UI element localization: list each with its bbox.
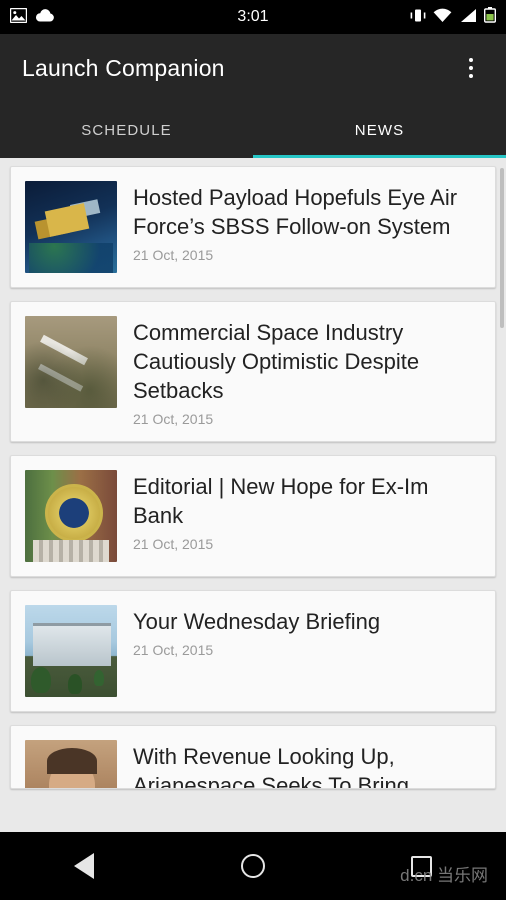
article-thumbnail — [25, 316, 117, 408]
nav-home-button[interactable] — [223, 836, 283, 896]
vibrate-icon — [410, 8, 426, 27]
article-date: 21 Oct, 2015 — [133, 411, 214, 427]
article-thumbnail — [25, 740, 117, 788]
article-meta: Your Wednesday Briefing 21 Oct, 2015 — [133, 605, 483, 697]
status-bar-right-icons — [410, 7, 497, 27]
article-thumbnail — [25, 181, 117, 273]
article-date: 21 Oct, 2015 — [133, 247, 214, 263]
article-meta: With Revenue Looking Up, Arianespace See… — [133, 740, 483, 788]
article-headline: Commercial Space Industry Cautiously Opt… — [133, 320, 420, 403]
overflow-menu-icon[interactable] — [458, 48, 484, 88]
article-meta: Commercial Space Industry Cautiously Opt… — [133, 316, 483, 427]
app-bar-top-row: Launch Companion — [0, 34, 506, 102]
app-bar: Launch Companion SCHEDULE NEWS — [0, 34, 506, 158]
phone-screen: 3:01 Launch Companion SCHEDULE NEWS Host… — [0, 0, 506, 900]
list-item[interactable]: With Revenue Looking Up, Arianespace See… — [10, 725, 496, 789]
article-date: 21 Oct, 2015 — [133, 642, 214, 658]
article-thumbnail — [25, 605, 117, 697]
article-headline: Your Wednesday Briefing — [133, 609, 381, 634]
article-meta: Editorial | New Hope for Ex-Im Bank 21 O… — [133, 470, 483, 562]
scrollbar-thumb[interactable] — [500, 168, 504, 328]
news-list[interactable]: Hosted Payload Hopefuls Eye Air Force’s … — [0, 158, 506, 832]
status-bar: 3:01 — [0, 0, 506, 34]
battery-icon — [483, 7, 497, 27]
cloud-upload-icon — [35, 8, 55, 27]
system-navigation-bar: d.cn 当乐网 — [0, 832, 506, 900]
list-item[interactable]: Hosted Payload Hopefuls Eye Air Force’s … — [10, 166, 496, 288]
nav-back-button[interactable] — [54, 836, 114, 896]
article-headline: Hosted Payload Hopefuls Eye Air Force’s … — [133, 185, 458, 239]
article-thumbnail — [25, 470, 117, 562]
article-date: 21 Oct, 2015 — [133, 536, 214, 552]
wifi-icon — [433, 8, 452, 27]
signal-icon — [459, 8, 477, 27]
tab-schedule[interactable]: SCHEDULE — [0, 102, 253, 158]
tab-bar: SCHEDULE NEWS — [0, 102, 506, 158]
list-item[interactable]: Your Wednesday Briefing 21 Oct, 2015 — [10, 590, 496, 712]
article-headline: With Revenue Looking Up, Arianespace See… — [133, 744, 409, 789]
image-icon — [9, 7, 28, 27]
list-item[interactable]: Editorial | New Hope for Ex-Im Bank 21 O… — [10, 455, 496, 577]
list-item[interactable]: Commercial Space Industry Cautiously Opt… — [10, 301, 496, 442]
status-bar-left-icons — [9, 7, 55, 27]
tab-news[interactable]: NEWS — [253, 102, 506, 158]
watermark: d.cn 当乐网 — [400, 866, 488, 885]
article-meta: Hosted Payload Hopefuls Eye Air Force’s … — [133, 181, 483, 273]
page-title: Launch Companion — [22, 54, 225, 81]
article-headline: Editorial | New Hope for Ex-Im Bank — [133, 474, 429, 528]
